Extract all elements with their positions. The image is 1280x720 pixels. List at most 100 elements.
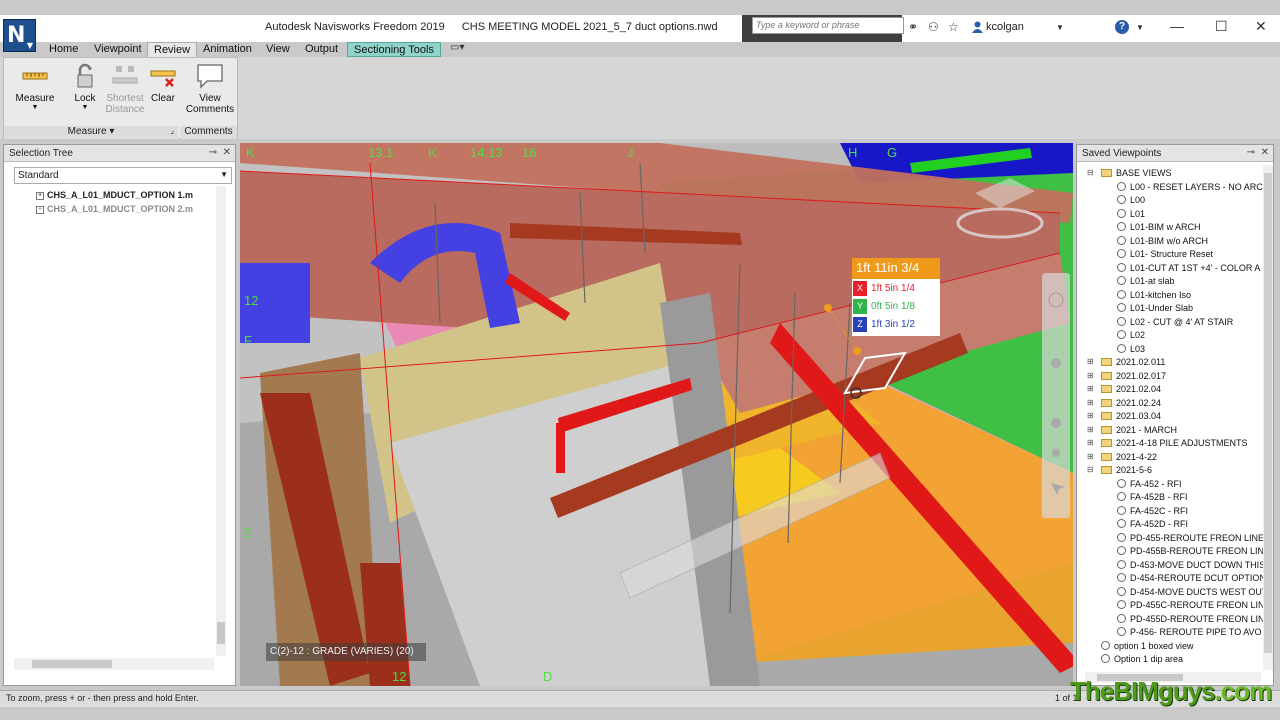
viewpoint-folder[interactable]: ⊞ 2021 - MARCH xyxy=(1087,425,1177,438)
viewpoint-icon xyxy=(1117,519,1126,528)
viewpoint-folder[interactable]: ⊞ 2021-4-22 xyxy=(1087,452,1157,465)
search-input[interactable]: Type a keyword or phrase xyxy=(752,17,904,34)
viewpoint-item[interactable]: FA-452B - RFI xyxy=(1117,492,1188,505)
viewpoint-icon xyxy=(1117,303,1126,312)
measure-group-label[interactable]: Measure ▾ ⌟ xyxy=(4,126,178,139)
viewpoint-item[interactable]: L01-Under Slab xyxy=(1117,303,1193,316)
viewpoint-item[interactable]: P-456- REROUTE PIPE TO AVO xyxy=(1117,627,1262,640)
tree-item[interactable]: + CHS_A_L01_MDUCT_OPTION 1.m xyxy=(36,190,193,200)
clear-button[interactable]: Clear xyxy=(147,62,179,104)
pin-icon[interactable]: ⊸ xyxy=(1247,147,1255,158)
viewpoint-folder[interactable]: ⊞ 2021.02.017 xyxy=(1087,371,1166,384)
pin-icon[interactable]: ⊸ xyxy=(209,147,217,158)
viewpoint-item[interactable]: D-454-MOVE DUCTS WEST OUT xyxy=(1117,586,1268,600)
tab-home[interactable]: Home xyxy=(43,42,84,57)
viewpoint-item[interactable]: PD-455D-REROUTE FREON LIN xyxy=(1117,613,1265,627)
expand-toggle-icon[interactable]: ⊞ xyxy=(1087,371,1094,380)
minimize-button[interactable]: — xyxy=(1170,18,1184,34)
tab-output[interactable]: Output xyxy=(299,42,344,57)
viewpoint-folder[interactable]: ⊞ 2021-4-18 PILE ADJUSTMENTS xyxy=(1087,438,1248,451)
viewpoint-folder[interactable]: ⊞ 2021.02.24 xyxy=(1087,398,1161,411)
close-icon[interactable]: ✕ xyxy=(223,147,231,158)
chevron-down-icon[interactable]: ▼ xyxy=(1056,23,1064,32)
tab-sectioning-tools[interactable]: Sectioning Tools xyxy=(347,42,441,57)
viewpoint-label: FA-452D - RFI xyxy=(1130,519,1189,529)
viewpoint-icon xyxy=(1117,249,1126,258)
viewpoint-item[interactable]: D-453-MOVE DUCT DOWN THIS xyxy=(1117,559,1265,573)
tab-review[interactable]: Review xyxy=(147,42,198,57)
viewpoint-item[interactable]: L01- Structure Reset xyxy=(1117,249,1213,262)
viewpoint-item[interactable]: option 1 boxed view xyxy=(1101,640,1194,654)
shortest-distance-button[interactable]: Shortest Distance xyxy=(104,62,146,115)
close-button[interactable]: ✕ xyxy=(1255,18,1267,35)
view-comments-button[interactable]: View Comments xyxy=(182,62,238,115)
expand-toggle-icon[interactable]: ⊞ xyxy=(1087,438,1094,447)
viewpoint-item[interactable]: FA-452D - RFI xyxy=(1117,519,1188,532)
viewpoint-item[interactable]: D-454-REROUTE DCUT OPTION xyxy=(1117,573,1266,586)
vertical-scrollbar[interactable] xyxy=(1263,165,1273,670)
scrollbar-thumb[interactable] xyxy=(217,622,225,644)
viewpoint-label: D-454-MOVE DUCTS WEST OUT xyxy=(1130,586,1268,597)
viewpoint-item[interactable]: L01-BIM w/o ARCH xyxy=(1117,235,1208,249)
expand-toggle-icon[interactable]: ⊞ xyxy=(1087,398,1094,407)
expand-toggle-icon[interactable]: ⊟ xyxy=(1087,168,1094,177)
viewpoint-folder[interactable]: ⊟ 2021-5-6 xyxy=(1087,465,1152,478)
expand-toggle-icon[interactable]: ⊞ xyxy=(1087,452,1094,461)
viewpoint-item[interactable]: PD-455C-REROUTE FREON LIN xyxy=(1117,600,1265,613)
viewpoint-folder[interactable]: ⊞ 2021.03.04 xyxy=(1087,411,1161,424)
people-icon[interactable]: ⚇ xyxy=(928,20,939,34)
viewpoint-item[interactable]: Option 1 dip area xyxy=(1101,654,1183,667)
close-icon[interactable]: ✕ xyxy=(1261,147,1269,158)
viewpoint-item[interactable]: L01-BIM w ARCH xyxy=(1117,222,1201,235)
star-icon[interactable]: ☆ xyxy=(948,20,959,34)
tab-animation[interactable]: Animation xyxy=(197,42,258,57)
viewpoint-item[interactable]: L03 xyxy=(1117,343,1146,357)
viewpoint-folder[interactable]: ⊞ 2021.02.011 xyxy=(1087,357,1165,370)
viewpoint-label: L01- Structure Reset xyxy=(1130,249,1214,259)
viewpoint-item[interactable]: L00 - RESET LAYERS - NO ARCH xyxy=(1117,181,1269,195)
expand-toggle-icon[interactable]: ⊟ xyxy=(1087,465,1094,474)
viewpoint-label: L03 xyxy=(1130,343,1146,354)
measurement-readout: 1ft 11in 3/4 X 1ft 5in 1/4 Y 0ft 5in 1/8 Z… xyxy=(852,258,940,336)
viewpoint-icon xyxy=(1117,546,1126,555)
expand-toggle-icon[interactable]: ⊞ xyxy=(1087,425,1094,434)
viewpoint-item[interactable]: FA-452 - RFI xyxy=(1117,478,1182,492)
viewpoint-item[interactable]: FA-452C - RFI xyxy=(1117,505,1188,519)
tab-viewpoint[interactable]: Viewpoint xyxy=(88,42,148,57)
grid-label: H xyxy=(848,145,858,160)
viewpoint-item[interactable]: L01-at slab xyxy=(1117,276,1175,289)
expand-toggle-icon[interactable]: ⊞ xyxy=(1087,384,1094,393)
expand-toggle-icon[interactable]: ⊞ xyxy=(1087,411,1094,420)
tree-item[interactable]: + CHS_A_L01_MDUCT_OPTION 2.m xyxy=(36,204,193,214)
vertical-scrollbar[interactable] xyxy=(216,186,226,656)
viewpoint-folder[interactable]: ⊞ 2021.02.04 xyxy=(1087,384,1161,397)
viewpoint-item[interactable]: PD-455-REROUTE FREON LINE xyxy=(1117,532,1264,546)
viewpoint-item[interactable]: L00 xyxy=(1117,195,1145,208)
expand-toggle-icon[interactable]: ⊞ xyxy=(1087,357,1094,366)
viewpoint-item[interactable]: L02 xyxy=(1117,330,1145,343)
selection-tree-dropdown[interactable]: Standard ▼ xyxy=(14,167,232,184)
3d-viewport[interactable]: K 13.1 K 14.13 16 J H G 12 F E 12 D xyxy=(240,143,1073,686)
scrollbar-thumb[interactable] xyxy=(1264,173,1272,653)
viewpoint-item[interactable]: L02 - CUT @ 4' AT STAIR xyxy=(1117,316,1233,330)
viewpoint-item[interactable]: L01-CUT AT 1ST +4' - COLOR A xyxy=(1117,262,1260,276)
viewpoint-label: D-454-REROUTE DCUT OPTION xyxy=(1130,573,1266,583)
user-name[interactable]: kcolgan xyxy=(986,21,1024,33)
app-menu-button[interactable]: N ▼ xyxy=(3,19,36,52)
scrollbar-thumb[interactable] xyxy=(32,660,112,668)
binoculars-icon[interactable]: ⚭ xyxy=(908,20,918,34)
measure-button[interactable]: Measure ▼ xyxy=(14,62,56,111)
horizontal-scrollbar[interactable] xyxy=(14,658,214,670)
viewpoint-item[interactable]: PD-455B-REROUTE FREON LIN xyxy=(1117,546,1264,559)
chevron-down-icon[interactable]: ▼ xyxy=(1136,23,1144,32)
ribbon-options-icon[interactable]: ▭▾ xyxy=(450,42,464,53)
help-icon[interactable]: ? xyxy=(1115,20,1129,34)
maximize-button[interactable]: ☐ xyxy=(1215,18,1228,35)
viewpoint-item[interactable]: L01 xyxy=(1117,208,1145,222)
viewpoint-item[interactable]: L01-kitchen Iso xyxy=(1117,289,1191,303)
tab-view[interactable]: View xyxy=(260,42,296,57)
lock-button[interactable]: Lock ▼ xyxy=(68,62,102,111)
viewpoint-folder[interactable]: ⊟ BASE VIEWS xyxy=(1087,168,1172,181)
viewpoint-label: FA-452 - RFI xyxy=(1130,478,1182,489)
selection-tree-panel: Selection Tree ⊸ ✕ Standard ▼ + CHS_A_L01_… xyxy=(3,144,236,686)
